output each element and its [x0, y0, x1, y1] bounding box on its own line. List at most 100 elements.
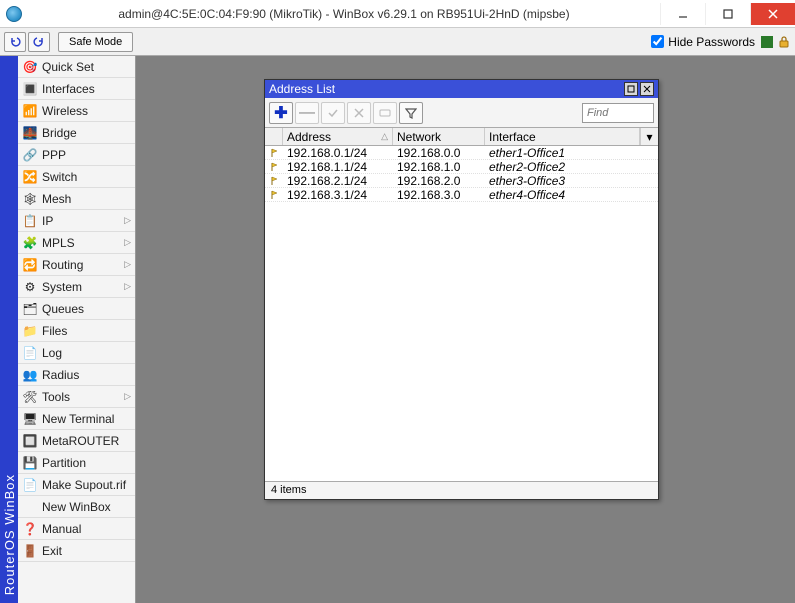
sidebar-item-manual[interactable]: ❓Manual: [18, 518, 135, 540]
inner-window-titlebar[interactable]: Address List: [265, 80, 658, 98]
column-network[interactable]: Network: [393, 128, 485, 145]
menu-icon: 🖥: [22, 411, 38, 427]
comment-button[interactable]: [373, 102, 397, 124]
menu-icon: ⚙: [22, 279, 38, 295]
table-body[interactable]: 192.168.0.1/24192.168.0.0ether1-Office11…: [265, 146, 658, 481]
sidebar-item-label: PPP: [42, 148, 66, 162]
sidebar-item-interfaces[interactable]: 🔳 Interfaces: [18, 78, 135, 100]
sidebar-item-make-supout-rif[interactable]: 📄Make Supout.rif: [18, 474, 135, 496]
sidebar-item-mesh[interactable]: 🕸Mesh: [18, 188, 135, 210]
status-bar: 4 items: [265, 481, 658, 499]
lock-icon: [777, 35, 791, 49]
cell-interface: ether1-Office1: [485, 146, 658, 160]
menu-icon: 📁: [22, 323, 38, 339]
sidebar-item-queues[interactable]: 🗂Queues: [18, 298, 135, 320]
window-titlebar: admin@4C:5E:0C:04:F9:90 (MikroTik) - Win…: [0, 0, 795, 28]
add-button[interactable]: ✚: [269, 102, 293, 124]
sidebar-item-mpls[interactable]: 🧩MPLS▷: [18, 232, 135, 254]
chevron-right-icon: ▷: [124, 391, 131, 402]
column-flag[interactable]: [265, 128, 283, 145]
menu-icon: 💾: [22, 455, 38, 471]
filter-button[interactable]: [399, 102, 423, 124]
sidebar-item-ip[interactable]: 📋IP▷: [18, 210, 135, 232]
minimize-button[interactable]: [660, 3, 705, 25]
cell-address: 192.168.3.1/24: [283, 188, 393, 202]
inner-close-button[interactable]: [640, 82, 654, 96]
sidebar-item-switch[interactable]: 🔀 Switch: [18, 166, 135, 188]
table-row[interactable]: 192.168.0.1/24192.168.0.0ether1-Office1: [265, 146, 658, 160]
enable-button[interactable]: [321, 102, 345, 124]
menu-icon: 📋: [22, 213, 38, 229]
sidebar-item-label: Bridge: [42, 126, 77, 140]
sidebar-item-routing[interactable]: 🔁Routing▷: [18, 254, 135, 276]
menu-icon: 🕸: [22, 191, 38, 207]
sidebar-item-label: Exit: [42, 544, 62, 558]
menu-icon: 🔳: [22, 81, 38, 97]
menu-icon: 🎯: [22, 59, 38, 75]
disable-button[interactable]: [347, 102, 371, 124]
row-flag-icon: [265, 148, 283, 158]
table-row[interactable]: 192.168.2.1/24192.168.2.0ether3-Office3: [265, 174, 658, 188]
close-button[interactable]: [750, 3, 795, 25]
sidebar-item-label: New Terminal: [42, 412, 114, 426]
cell-network: 192.168.0.0: [393, 146, 485, 160]
sidebar-item-metarouter[interactable]: 🔲MetaROUTER: [18, 430, 135, 452]
column-chooser-button[interactable]: ▾: [640, 128, 658, 145]
column-address[interactable]: Address△: [283, 128, 393, 145]
hide-passwords-checkbox[interactable]: [651, 35, 664, 48]
inner-minimize-button[interactable]: [624, 82, 638, 96]
menu-icon: ❓: [22, 521, 38, 537]
menu-icon: 🧩: [22, 235, 38, 251]
sidebar-item-log[interactable]: 📄Log: [18, 342, 135, 364]
find-input[interactable]: [582, 103, 654, 123]
column-interface[interactable]: Interface: [485, 128, 640, 145]
sidebar-item-label: Quick Set: [42, 60, 94, 74]
cell-network: 192.168.2.0: [393, 174, 485, 188]
sidebar-item-system[interactable]: ⚙System▷: [18, 276, 135, 298]
sidebar-item-wireless[interactable]: 📶Wireless: [18, 100, 135, 122]
table-header: Address△ Network Interface ▾: [265, 128, 658, 146]
sidebar-item-bridge[interactable]: 🌉 Bridge: [18, 122, 135, 144]
menu-icon: 🔀: [22, 169, 38, 185]
cell-network: 192.168.3.0: [393, 188, 485, 202]
sidebar-item-label: Files: [42, 324, 67, 338]
remove-button[interactable]: —: [295, 102, 319, 124]
sidebar-item-label: Switch: [42, 170, 77, 184]
sidebar-item-new-terminal[interactable]: 🖥 New Terminal: [18, 408, 135, 430]
window-title: admin@4C:5E:0C:04:F9:90 (MikroTik) - Win…: [28, 7, 660, 21]
menu-icon: 🔁: [22, 257, 38, 273]
hide-passwords-toggle[interactable]: Hide Passwords: [651, 35, 755, 49]
app-logo: [0, 0, 28, 28]
cell-interface: ether3-Office3: [485, 174, 658, 188]
cell-address: 192.168.1.1/24: [283, 160, 393, 174]
row-flag-icon: [265, 162, 283, 172]
sidebar-item-partition[interactable]: 💾Partition: [18, 452, 135, 474]
menu-icon: 📶: [22, 103, 38, 119]
maximize-button[interactable]: [705, 3, 750, 25]
menu-icon: 📄: [22, 345, 38, 361]
undo-button[interactable]: [4, 32, 26, 52]
safe-mode-button[interactable]: Safe Mode: [58, 32, 133, 52]
chevron-right-icon: ▷: [124, 215, 131, 226]
menu-icon: 🗂: [22, 301, 38, 317]
sidebar-item-label: Make Supout.rif: [42, 478, 126, 492]
sidebar-item-label: Tools: [42, 390, 70, 404]
main-toolbar: Safe Mode Hide Passwords: [0, 28, 795, 56]
sidebar-item-radius[interactable]: 👥Radius: [18, 364, 135, 386]
sidebar-item-label: Interfaces: [42, 82, 95, 96]
menu-icon: 🔲: [22, 433, 38, 449]
cell-interface: ether2-Office2: [485, 160, 658, 174]
sidebar: 🎯 Quick Set 🔳 Interfaces 📶Wireless 🌉 Bridge 🔗PP…: [18, 56, 136, 603]
sidebar-item-quick-set[interactable]: 🎯 Quick Set: [18, 56, 135, 78]
sidebar-item-files[interactable]: 📁 Files: [18, 320, 135, 342]
table-row[interactable]: 192.168.1.1/24192.168.1.0ether2-Office2: [265, 160, 658, 174]
redo-button[interactable]: [28, 32, 50, 52]
sidebar-item-ppp[interactable]: 🔗PPP: [18, 144, 135, 166]
sidebar-item-tools[interactable]: 🛠Tools▷: [18, 386, 135, 408]
sidebar-item-new-winbox[interactable]: New WinBox: [18, 496, 135, 518]
mdi-area: Address List ✚ — Address△ Network Interf…: [136, 56, 795, 603]
sidebar-item-exit[interactable]: 🚪Exit: [18, 540, 135, 562]
menu-icon: 🌉: [22, 125, 38, 141]
table-row[interactable]: 192.168.3.1/24192.168.3.0ether4-Office4: [265, 188, 658, 202]
sidebar-item-label: System: [42, 280, 82, 294]
